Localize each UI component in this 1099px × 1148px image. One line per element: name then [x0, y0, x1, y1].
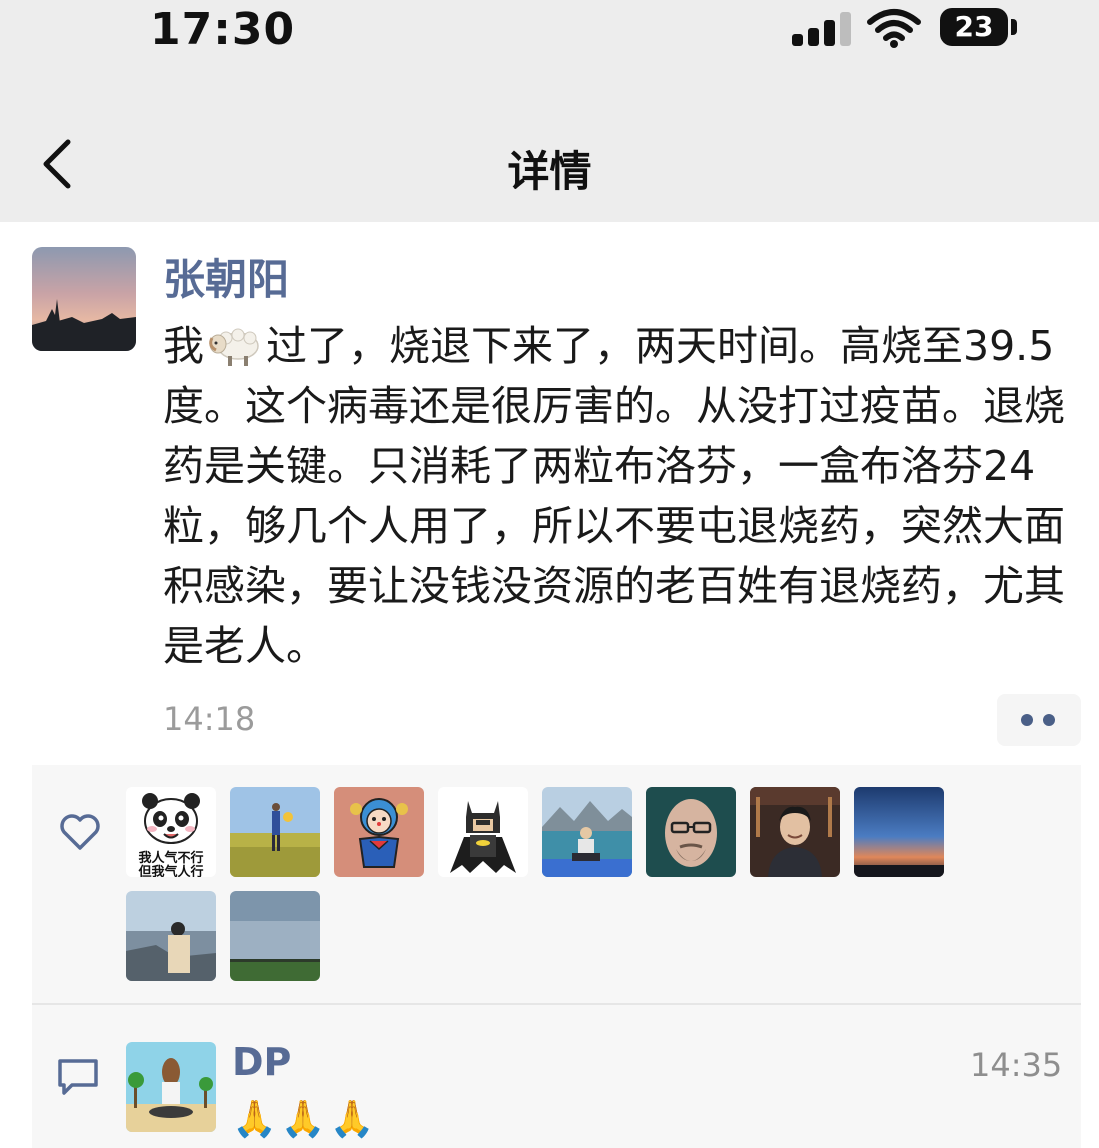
comment-author-name[interactable]: DP	[232, 1040, 291, 1084]
like-avatar-grassland-sky[interactable]	[230, 891, 320, 981]
like-avatar-panda-meme[interactable]: 我人气不行 但我气人行	[126, 787, 216, 877]
page-title: 详情	[507, 147, 592, 196]
comment-avatar-cartoon-horse[interactable]	[126, 1042, 216, 1132]
comment-text: 🙏🙏🙏	[232, 1099, 379, 1140]
status-time: 17:30	[150, 4, 296, 55]
post-text-rest: 过了，烧退下来了，两天时间。高烧至39.5度。这个病毒还是很厉害的。从没打过疫苗…	[163, 322, 1065, 670]
like-avatar-lake-person[interactable]	[542, 787, 632, 877]
more-dots-icon	[1021, 714, 1033, 726]
wifi-icon	[867, 9, 921, 48]
like-avatar-bald-man-portrait[interactable]	[646, 787, 736, 877]
like-avatar-seaside-person[interactable]	[126, 891, 216, 981]
post-timestamp: 14:18	[163, 700, 256, 738]
post-text-start: 我	[163, 322, 204, 370]
comment-bubble-icon	[58, 1059, 98, 1095]
sheep-emoji	[209, 328, 259, 366]
like-avatar-field-person[interactable]	[230, 787, 320, 877]
panda-caption-line2: 但我气人行	[138, 865, 204, 877]
heart-icon	[60, 814, 100, 850]
like-avatar-young-man[interactable]	[750, 787, 840, 877]
more-dots-icon	[1043, 714, 1055, 726]
comment-timestamp: 14:35	[970, 1046, 1063, 1084]
signal-icon	[792, 12, 852, 46]
post-content: 我 过了，烧退下来了，两天时间。高烧至39.5度。这个病毒还是很厉害的。从没打过…	[163, 316, 1093, 676]
like-avatar-batman-lego[interactable]	[438, 787, 528, 877]
battery-tip	[1011, 19, 1017, 35]
battery-icon: 23	[940, 8, 1008, 46]
like-avatar-dusk-sky[interactable]	[854, 787, 944, 877]
more-options-button[interactable]	[997, 694, 1081, 746]
like-avatar-cartoon-tattoo[interactable]	[334, 787, 424, 877]
post-author-name[interactable]: 张朝阳	[163, 246, 289, 307]
author-avatar[interactable]	[32, 247, 136, 351]
